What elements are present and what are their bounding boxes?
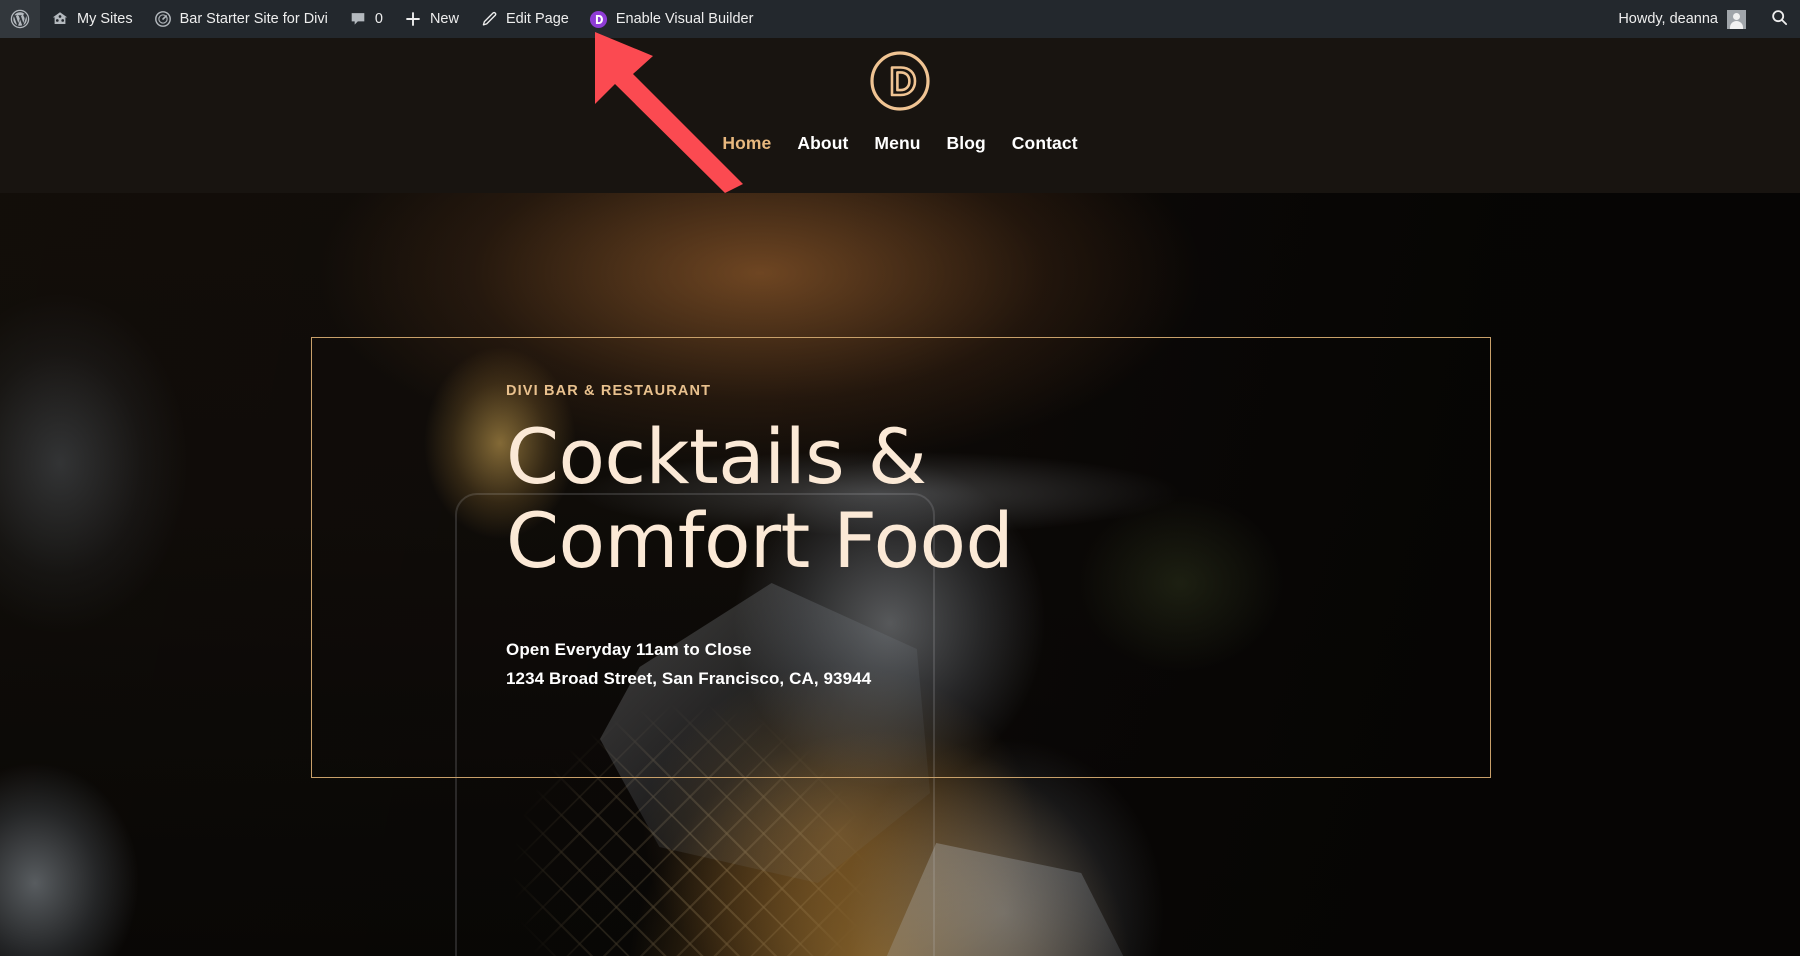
comment-icon	[348, 9, 368, 29]
admin-bar-label-site-name: Bar Starter Site for Divi	[179, 11, 328, 28]
admin-bar-item-new[interactable]: New	[393, 0, 469, 38]
plus-icon	[403, 9, 423, 29]
wordpress-admin-bar: My Sites Bar Starter Site for Divi 0 New…	[0, 0, 1800, 38]
admin-bar-label-my-sites: My Sites	[77, 11, 133, 28]
divi-circle-d-logo[interactable]	[869, 50, 931, 112]
admin-bar-label-enable-visual-builder: Enable Visual Builder	[615, 11, 754, 28]
admin-bar-search-button[interactable]	[1758, 0, 1800, 38]
nav-item-blog[interactable]: Blog	[947, 133, 986, 154]
admin-bar-label-edit-page: Edit Page	[505, 11, 569, 28]
admin-bar-item-my-account[interactable]: Howdy, deanna	[1606, 0, 1758, 38]
hero-content: DIVI BAR & RESTAURANT Cocktails & Comfor…	[506, 383, 1206, 693]
admin-bar-left-group: My Sites Bar Starter Site for Divi 0 New…	[0, 0, 763, 38]
admin-bar-item-site-name[interactable]: Bar Starter Site for Divi	[143, 0, 338, 38]
search-icon	[1770, 8, 1789, 31]
admin-bar-label-new: New	[429, 11, 459, 28]
admin-bar-greeting: Howdy, deanna	[1618, 11, 1718, 28]
admin-bar-item-comments[interactable]: 0	[338, 0, 393, 38]
pencil-icon	[479, 9, 499, 29]
browser-viewport: My Sites Bar Starter Site for Divi 0 New…	[0, 0, 1800, 956]
site-header: Home About Menu Blog Contact	[0, 38, 1800, 193]
nav-item-about[interactable]: About	[797, 133, 848, 154]
wordpress-icon	[10, 9, 30, 29]
hero-section: DIVI BAR & RESTAURANT Cocktails & Comfor…	[0, 193, 1800, 956]
admin-bar-item-edit-page[interactable]: Edit Page	[469, 0, 579, 38]
nav-item-menu[interactable]: Menu	[874, 133, 920, 154]
hero-eyebrow: DIVI BAR & RESTAURANT	[506, 383, 712, 399]
admin-bar-item-my-sites[interactable]: My Sites	[40, 0, 143, 38]
divi-icon	[589, 9, 609, 29]
main-navigation: Home About Menu Blog Contact	[722, 133, 1077, 154]
admin-bar-wordpress-logo[interactable]	[0, 0, 40, 38]
hero-address: 1234 Broad Street, San Francisco, CA, 93…	[506, 668, 872, 688]
admin-bar-right-group: Howdy, deanna	[1606, 0, 1800, 38]
nav-item-contact[interactable]: Contact	[1012, 133, 1078, 154]
nav-item-home[interactable]: Home	[722, 133, 771, 154]
sites-icon	[50, 9, 70, 29]
admin-bar-item-enable-visual-builder[interactable]: Enable Visual Builder	[579, 0, 764, 38]
hero-hours: Open Everyday 11am to Close	[506, 640, 752, 660]
admin-bar-label-comments-count: 0	[374, 11, 383, 28]
hero-headline: Cocktails & Comfort Food	[506, 412, 1014, 585]
logo-icon	[870, 51, 930, 111]
dashboard-icon	[153, 9, 173, 29]
user-avatar-icon	[1727, 9, 1746, 29]
